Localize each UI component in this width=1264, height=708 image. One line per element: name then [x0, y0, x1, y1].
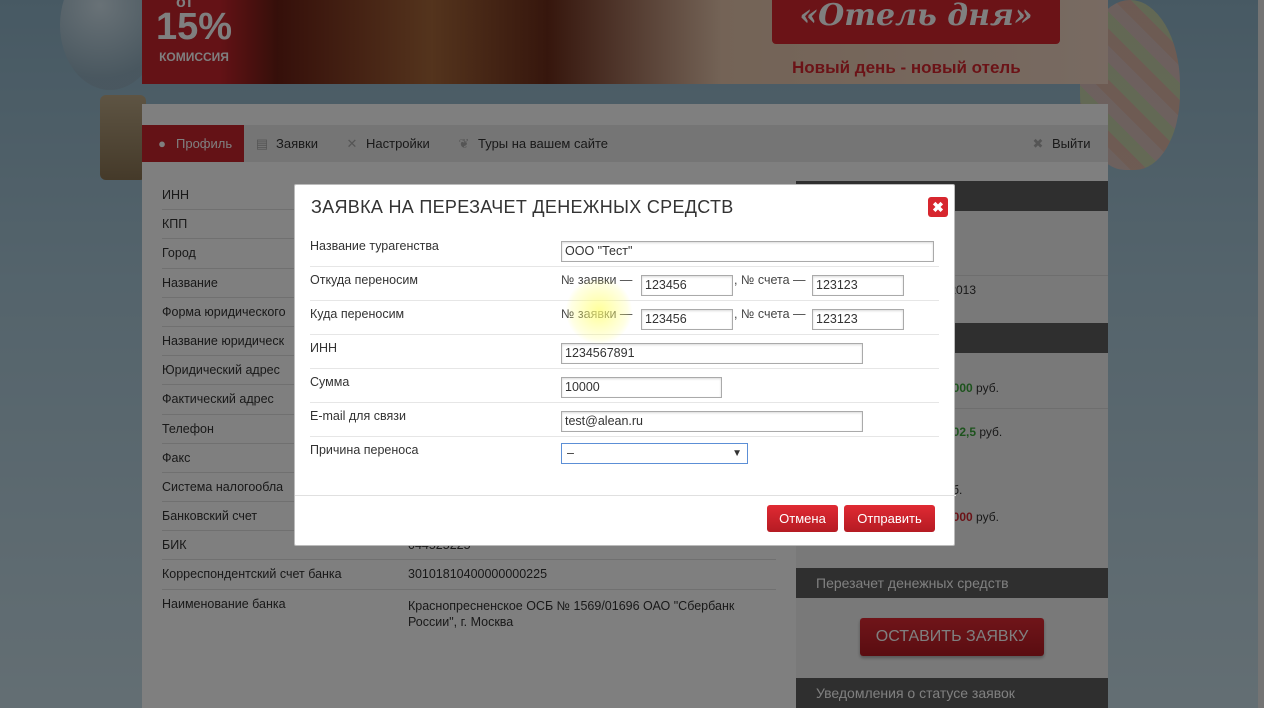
- close-button[interactable]: ✖: [928, 197, 948, 217]
- dialog-footer-divider: [295, 495, 956, 496]
- cursor-highlight: [566, 278, 632, 344]
- agency-row: Название турагенства ООО "Тест": [310, 233, 939, 267]
- agency-input[interactable]: ООО "Тест": [561, 241, 934, 262]
- to-order-input[interactable]: 123456: [641, 309, 733, 330]
- transfer-request-dialog: ЗАЯВКА НА ПЕРЕЗАЧЕТ ДЕНЕЖНЫХ СРЕДСТВ ✖ Н…: [294, 184, 956, 546]
- dialog-title: ЗАЯВКА НА ПЕРЕЗАЧЕТ ДЕНЕЖНЫХ СРЕДСТВ: [311, 197, 734, 217]
- from-account-input[interactable]: 123123: [812, 275, 904, 296]
- reason-label: Причина переноса: [310, 443, 419, 457]
- sum-label: Сумма: [310, 375, 350, 389]
- inn-input[interactable]: 1234567891: [561, 343, 863, 364]
- inn-label: ИНН: [310, 341, 338, 355]
- email-input[interactable]: test@alean.ru: [561, 411, 863, 432]
- reason-select[interactable]: – ▼: [561, 443, 748, 464]
- chevron-down-icon: ▼: [732, 448, 742, 459]
- inn-row: ИНН 1234567891: [310, 335, 939, 369]
- email-label: E-mail для связи: [310, 409, 406, 423]
- email-row: E-mail для связи test@alean.ru: [310, 403, 939, 437]
- reason-selected-value: –: [567, 446, 574, 460]
- account-prefix: , № счета —: [734, 307, 806, 321]
- to-label: Куда переносим: [310, 307, 405, 321]
- account-prefix: , № счета —: [734, 273, 806, 287]
- close-icon: ✖: [932, 199, 944, 215]
- agency-label: Название турагенства: [310, 239, 439, 253]
- cancel-button[interactable]: Отмена: [767, 505, 838, 532]
- reason-row: Причина переноса – ▼: [310, 437, 939, 471]
- from-order-input[interactable]: 123456: [641, 275, 733, 296]
- submit-button[interactable]: Отправить: [844, 505, 935, 532]
- to-account-input[interactable]: 123123: [812, 309, 904, 330]
- sum-row: Сумма 10000: [310, 369, 939, 403]
- sum-input[interactable]: 10000: [561, 377, 722, 398]
- from-label: Откуда переносим: [310, 273, 418, 287]
